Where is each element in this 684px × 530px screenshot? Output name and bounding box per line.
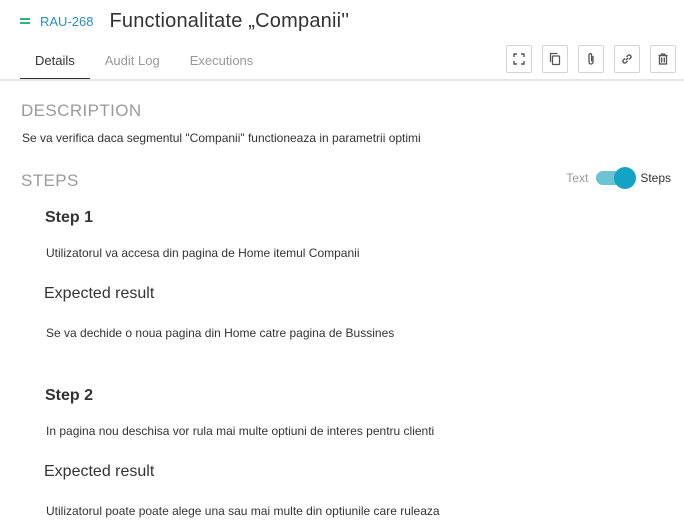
step-1-expected-label: Expected result: [44, 285, 155, 302]
drag-handle-icon[interactable]: [20, 18, 30, 24]
attachment-icon: [588, 53, 594, 65]
text-steps-toggle: Text Steps: [566, 167, 671, 189]
tab-bar: Details Audit Log Executions: [20, 44, 268, 80]
link-button[interactable]: [614, 45, 640, 73]
step-1-action: Utilizatorul va accesa din pagina de Hom…: [46, 246, 360, 260]
steps-heading: STEPS: [21, 171, 79, 190]
step-2-expected-text: Utilizatorul poate poate alege una sau m…: [46, 504, 440, 518]
trash-icon: [658, 53, 668, 65]
tab-executions[interactable]: Executions: [175, 44, 269, 79]
expand-button[interactable]: [506, 45, 532, 73]
description-text: Se va verifica daca segmentul "Companii"…: [22, 131, 421, 145]
copy-icon: [549, 52, 561, 66]
issue-detail-panel: RAU-268 Functionalitate „Companii'' Deta…: [0, 0, 684, 530]
view-mode-switch[interactable]: [596, 167, 637, 189]
issue-key-link[interactable]: RAU-268: [40, 14, 93, 29]
description-heading: DESCRIPTION: [21, 101, 142, 120]
toggle-text-label[interactable]: Text: [566, 171, 588, 185]
link-icon: [622, 54, 632, 64]
copy-button[interactable]: [542, 45, 568, 73]
tab-divider: [0, 79, 684, 81]
delete-button[interactable]: [650, 45, 676, 73]
expand-icon: [513, 53, 525, 65]
issue-header: RAU-268 Functionalitate „Companii'': [20, 8, 349, 34]
step-1-title: Step 1: [45, 209, 94, 226]
toggle-steps-label[interactable]: Steps: [640, 171, 671, 185]
issue-title: Functionalitate „Companii'': [109, 9, 350, 32]
step-2-action: In pagina nou deschisa vor rula mai mult…: [46, 424, 435, 438]
toolbar: [501, 45, 676, 73]
step-2-title: Step 2: [45, 387, 94, 404]
tab-details[interactable]: Details: [20, 44, 90, 80]
attachment-button[interactable]: [578, 45, 604, 73]
step-2-expected-label: Expected result: [44, 463, 155, 480]
step-1-expected-text: Se va dechide o noua pagina din Home cat…: [46, 326, 395, 340]
switch-knob[interactable]: [614, 167, 637, 189]
tab-audit-log[interactable]: Audit Log: [90, 44, 175, 79]
